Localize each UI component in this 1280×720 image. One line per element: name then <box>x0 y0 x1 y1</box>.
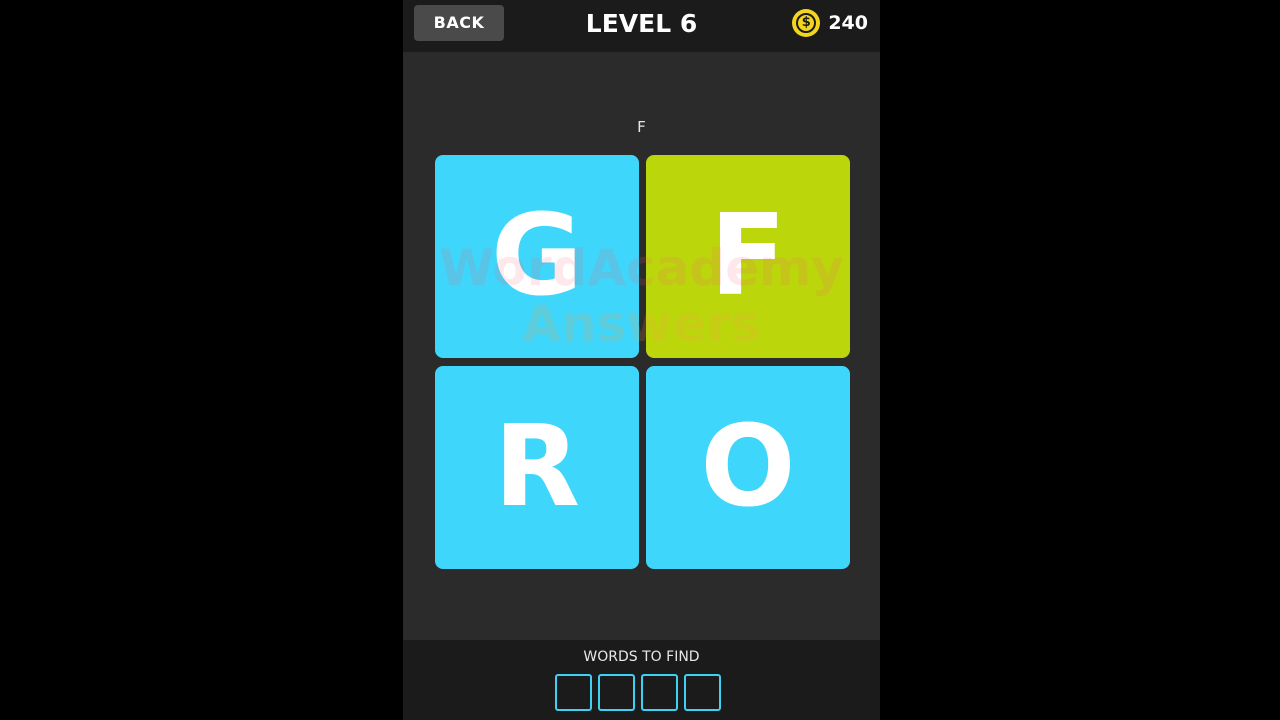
answer-slot-box <box>641 674 678 711</box>
words-to-find-label: WORDS TO FIND <box>583 649 700 665</box>
answer-slot-box <box>598 674 635 711</box>
coin-icon: $ <box>792 9 821 37</box>
top-bar: BACK LEVEL 6 $ 240 <box>403 0 880 52</box>
coin-count: 240 <box>828 12 868 34</box>
current-answer: F <box>637 118 646 136</box>
back-button[interactable]: BACK <box>414 5 504 41</box>
letter-tile[interactable]: F <box>646 155 850 358</box>
answer-slot-box <box>555 674 592 711</box>
letter-tile[interactable]: G <box>435 155 639 358</box>
letter-tile[interactable]: R <box>435 366 639 569</box>
level-title: LEVEL 6 <box>585 9 698 38</box>
coin-balance: $ 240 <box>792 8 868 38</box>
letter-grid: G F R O <box>435 155 850 569</box>
answer-slot-box <box>684 674 721 711</box>
words-panel: WORDS TO FIND <box>403 640 880 720</box>
dollar-icon: $ <box>796 13 817 33</box>
game-screen: BACK LEVEL 6 $ 240 F G F R O WordAcademy… <box>403 0 880 720</box>
letter-tile[interactable]: O <box>646 366 850 569</box>
answer-slots <box>555 674 721 711</box>
